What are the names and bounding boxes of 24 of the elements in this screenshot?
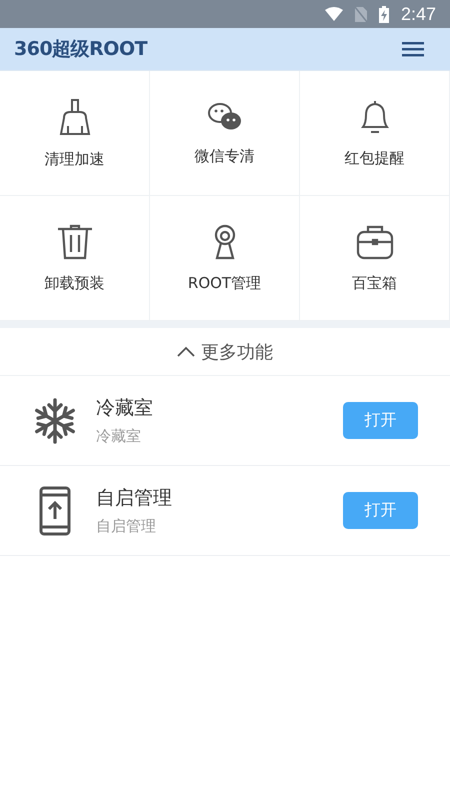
tool-tile[interactable]: 百宝箱 — [300, 196, 450, 321]
briefcase-icon — [356, 224, 394, 260]
tool-tile[interactable]: 卸载预装 — [0, 196, 150, 321]
feature-title: 冷藏室 — [96, 396, 154, 421]
tool-tile[interactable]: 清理加速 — [0, 71, 150, 196]
keyhole-icon — [212, 224, 236, 260]
trash-icon — [56, 224, 92, 260]
tool-tile[interactable]: 微信专清 — [150, 71, 300, 196]
phone-upload-icon — [39, 486, 71, 536]
broom-icon — [58, 98, 92, 136]
clock-time: 2:47 — [400, 4, 436, 24]
snowflake-icon — [32, 396, 78, 444]
feature-subtitle: 冷藏室 — [96, 427, 142, 446]
chat-bubbles-icon — [206, 100, 242, 132]
wifi-icon — [324, 7, 343, 21]
menu-button[interactable] — [400, 39, 426, 59]
app-title: 360超级ROOT — [14, 37, 148, 62]
no-sim-icon — [354, 6, 367, 22]
feature-subtitle: 自启管理 — [96, 517, 157, 536]
tool-tile[interactable]: ROOT管理 — [150, 196, 300, 321]
tool-tile[interactable]: 红包提醒 — [300, 71, 450, 196]
feature-title: 自启管理 — [96, 486, 173, 511]
battery-charging-icon — [378, 6, 389, 22]
chevron-up-icon — [177, 346, 195, 358]
